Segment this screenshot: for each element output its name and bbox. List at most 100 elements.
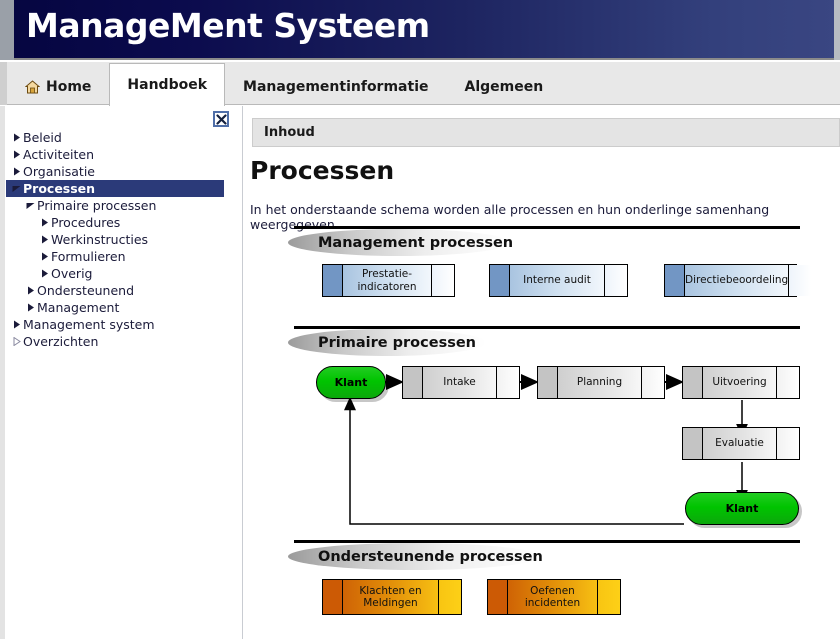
tab-handboek[interactable]: Handboek	[109, 63, 226, 106]
box-accent	[323, 580, 343, 614]
inhoud-label: Inhoud	[264, 125, 315, 140]
box-tail	[789, 265, 812, 296]
chevron-down-icon[interactable]	[24, 202, 37, 210]
management-section-label: Management processen	[288, 229, 514, 256]
chevron-down-icon[interactable]	[10, 185, 23, 193]
chevron-right-icon[interactable]	[24, 303, 37, 312]
sidebar-item-label: Activiteiten	[23, 147, 95, 162]
box-tail	[598, 580, 620, 614]
box-tail	[432, 265, 454, 296]
box-accent	[490, 265, 510, 296]
primary-box-planning[interactable]: Planning	[537, 366, 665, 399]
primary-section-label: Primaire processen	[288, 329, 486, 356]
terminator-label: Klant	[725, 502, 759, 515]
box-label: Directiebeoordeling	[685, 265, 790, 296]
sidebar-item-procedures[interactable]: Procedures	[6, 214, 238, 231]
sidebar-item-management[interactable]: Management	[6, 299, 238, 316]
primary-box-uitvoering[interactable]: Uitvoering	[682, 366, 800, 399]
sidebar-gutter	[0, 106, 5, 639]
box-accent	[538, 367, 558, 398]
chevron-right-icon[interactable]	[38, 269, 51, 278]
chevron-right-icon[interactable]	[10, 320, 23, 329]
chevron-right-icon[interactable]	[10, 133, 23, 142]
tab-home-label: Home	[46, 79, 92, 95]
box-tail	[642, 367, 664, 398]
supporting-box-klachten-en-meldingen[interactable]: Klachten en Meldingen	[322, 579, 462, 615]
sidebar: Beleid Activiteiten Organisatie Processen Pr…	[0, 106, 243, 639]
tab-bar-left-edge	[0, 62, 7, 105]
box-tail	[439, 580, 461, 614]
management-section-title: Management processen	[318, 234, 514, 251]
sidebar-item-label: Management system	[23, 317, 155, 332]
supporting-section-title: Ondersteunende processen	[318, 548, 543, 565]
tab-home[interactable]: Home	[7, 69, 109, 105]
supporting-box-oefenen-incidenten[interactable]: Oefenen incidenten	[487, 579, 621, 615]
tab-list: Home Handboek Managementinformatie Algem…	[7, 62, 561, 106]
box-accent	[665, 265, 685, 296]
sidebar-item-label: Processen	[23, 181, 96, 196]
navigation-tree: Beleid Activiteiten Organisatie Processen Pr…	[6, 129, 238, 350]
primary-box-intake[interactable]: Intake	[402, 366, 520, 399]
box-tail	[777, 367, 799, 398]
box-label: Prestatie-indicatoren	[343, 265, 432, 296]
sidebar-item-werkinstructies[interactable]: Werkinstructies	[6, 231, 238, 248]
box-accent	[403, 367, 423, 398]
chevron-right-icon[interactable]	[10, 337, 23, 346]
sidebar-item-overig[interactable]: Overig	[6, 265, 238, 282]
supporting-section-label: Ondersteunende processen	[288, 543, 543, 570]
management-box-prestatie-indicatoren[interactable]: Prestatie-indicatoren	[322, 264, 455, 297]
box-tail	[497, 367, 519, 398]
chevron-right-icon[interactable]	[24, 286, 37, 295]
box-tail	[605, 265, 627, 296]
title-bar: ManageMent Systeem	[0, 0, 840, 60]
sidebar-item-formulieren[interactable]: Formulieren	[6, 248, 238, 265]
chevron-right-icon[interactable]	[38, 218, 51, 227]
box-accent	[683, 428, 703, 459]
title-bar-left-edge	[0, 0, 14, 60]
sidebar-item-label: Ondersteunend	[37, 283, 135, 298]
primary-terminator-klant-end[interactable]: Klant	[685, 492, 799, 525]
box-label: Uitvoering	[703, 367, 777, 398]
primary-box-evaluatie[interactable]: Evaluatie	[682, 427, 800, 460]
sidebar-item-label: Overig	[51, 266, 93, 281]
chevron-right-icon[interactable]	[38, 235, 51, 244]
box-label: Klachten en Meldingen	[343, 580, 439, 614]
tab-handboek-label: Handboek	[127, 77, 208, 93]
sidebar-item-label: Werkinstructies	[51, 232, 149, 247]
tab-bar: Home Handboek Managementinformatie Algem…	[0, 62, 840, 106]
page-title: Processen	[250, 156, 395, 185]
box-label: Interne audit	[510, 265, 605, 296]
application-window: ManageMent Systeem Home Handboek Managem…	[0, 0, 840, 639]
sidebar-item-processen[interactable]: Processen	[6, 180, 224, 197]
inhoud-bar: Inhoud	[252, 118, 840, 147]
sidebar-item-label: Organisatie	[23, 164, 95, 179]
content-pane: Inhoud Processen In het onderstaande sch…	[244, 106, 840, 639]
tab-algemeen[interactable]: Algemeen	[446, 69, 561, 105]
tab-managementinformatie[interactable]: Managementinformatie	[225, 69, 446, 105]
chevron-right-icon[interactable]	[10, 150, 23, 159]
sidebar-item-label: Primaire processen	[37, 198, 157, 213]
sidebar-item-label: Procedures	[51, 215, 121, 230]
sidebar-item-ondersteunend[interactable]: Ondersteunend	[6, 282, 238, 299]
home-icon	[24, 80, 41, 94]
sidebar-item-organisatie[interactable]: Organisatie	[6, 163, 238, 180]
box-label: Evaluatie	[703, 428, 777, 459]
sidebar-item-label: Formulieren	[51, 249, 126, 264]
chevron-right-icon[interactable]	[38, 252, 51, 261]
sidebar-item-beleid[interactable]: Beleid	[6, 129, 238, 146]
primary-terminator-klant-start[interactable]: Klant	[316, 366, 386, 399]
tab-algemeen-label: Algemeen	[464, 79, 544, 95]
title-bar-right-edge	[834, 0, 840, 60]
management-box-directiebeoordeling[interactable]: Directiebeoordeling	[664, 264, 812, 297]
box-label-line2: Meldingen	[363, 597, 418, 609]
sidebar-item-management-system[interactable]: Management system	[6, 316, 238, 333]
box-accent	[488, 580, 508, 614]
close-icon[interactable]	[213, 111, 229, 127]
management-box-interne-audit[interactable]: Interne audit	[489, 264, 628, 297]
box-label: Intake	[423, 367, 497, 398]
box-tail	[777, 428, 799, 459]
sidebar-item-overzichten[interactable]: Overzichten	[6, 333, 238, 350]
chevron-right-icon[interactable]	[10, 167, 23, 176]
sidebar-item-activiteiten[interactable]: Activiteiten	[6, 146, 238, 163]
sidebar-item-primaire-processen[interactable]: Primaire processen	[6, 197, 238, 214]
